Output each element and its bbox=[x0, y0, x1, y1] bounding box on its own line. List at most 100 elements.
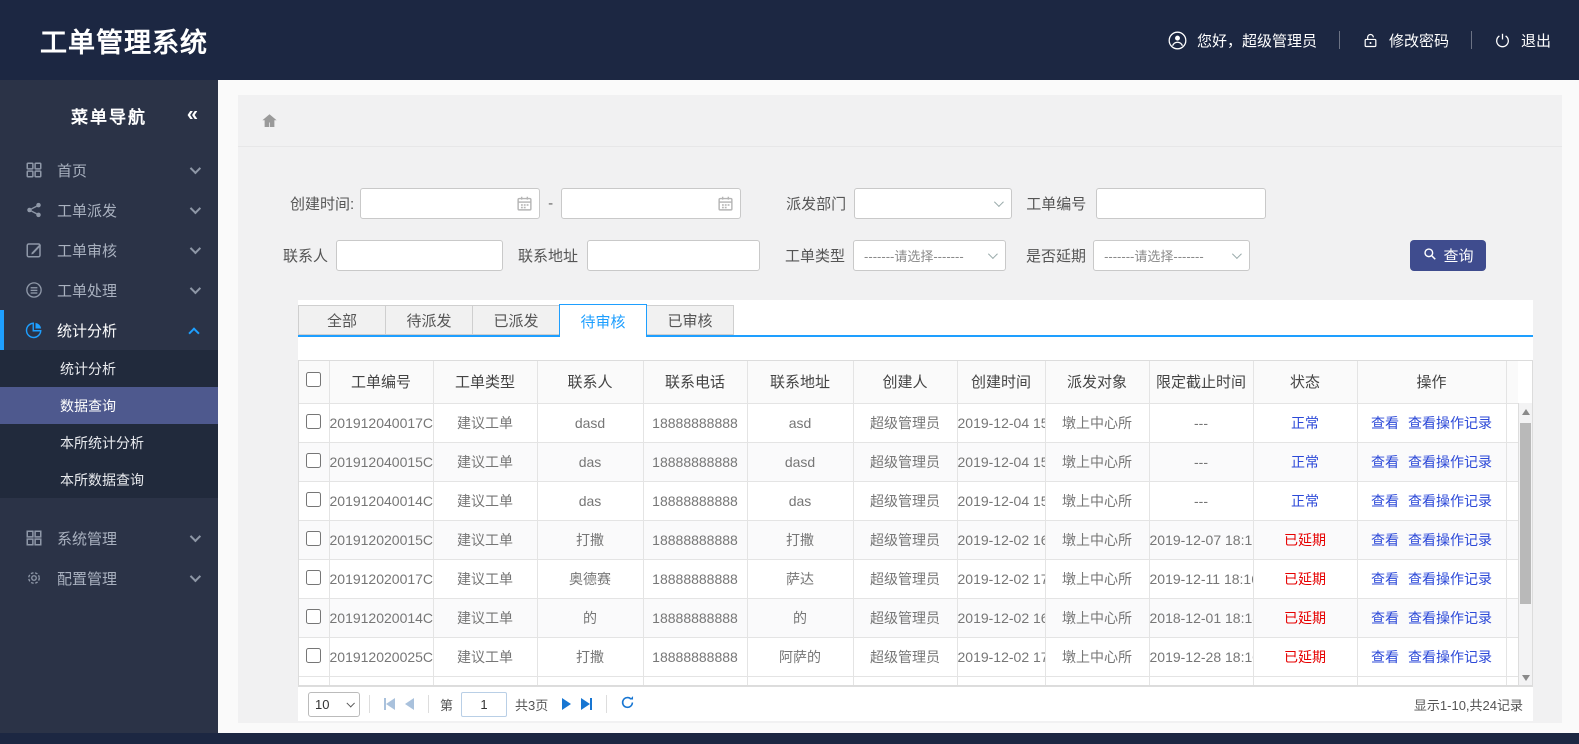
view-log-link[interactable]: 查看操作记录 bbox=[1408, 415, 1492, 431]
home-icon[interactable] bbox=[260, 112, 279, 130]
refresh-icon[interactable] bbox=[620, 695, 635, 713]
view-link[interactable]: 查看 bbox=[1371, 415, 1399, 431]
tab-label: 全部 bbox=[326, 312, 357, 330]
actions-cell: 查看 查看操作记录 bbox=[1357, 442, 1507, 482]
view-log-link[interactable]: 查看操作记录 bbox=[1408, 649, 1492, 665]
view-log-link[interactable]: 查看操作记录 bbox=[1408, 454, 1492, 470]
row-checkbox[interactable] bbox=[306, 413, 322, 429]
view-log-link[interactable]: 查看操作记录 bbox=[1408, 532, 1492, 548]
chevron-down-icon bbox=[189, 242, 202, 255]
scroll-up-icon[interactable] bbox=[1522, 409, 1530, 415]
calendar-icon[interactable] bbox=[516, 195, 533, 216]
collapse-sidebar-icon[interactable]: « bbox=[187, 104, 198, 127]
row-checkbox[interactable] bbox=[306, 530, 322, 546]
view-link[interactable]: 查看 bbox=[1371, 649, 1399, 665]
status-cell: 已延期 bbox=[1253, 598, 1358, 638]
chevron-down-icon bbox=[189, 162, 202, 175]
status-tab[interactable]: 待审核 bbox=[559, 304, 647, 337]
order-no-input[interactable] bbox=[1096, 188, 1267, 219]
sidebar-item-review[interactable]: 工单审核 bbox=[0, 230, 218, 270]
contact-field[interactable] bbox=[337, 241, 503, 270]
sidebar-subitem[interactable]: 本所数据查询 bbox=[0, 461, 218, 498]
table-scrollbar[interactable] bbox=[1518, 403, 1532, 685]
sidebar-item-process[interactable]: 工单处理 bbox=[0, 270, 218, 310]
status-tab[interactable]: 已派发 bbox=[472, 305, 560, 335]
grid-icon bbox=[24, 528, 44, 548]
status-tab[interactable]: 已审核 bbox=[646, 305, 734, 335]
create-time-start-input[interactable] bbox=[360, 188, 541, 219]
next-page-button[interactable] bbox=[562, 698, 572, 710]
power-icon bbox=[1494, 32, 1511, 49]
status-tab[interactable]: 待派发 bbox=[385, 305, 473, 335]
last-page-button[interactable] bbox=[581, 698, 593, 710]
scroll-down-icon[interactable] bbox=[1522, 675, 1530, 681]
deadline-cell: 2019-12-28 18:10 bbox=[1149, 637, 1254, 677]
gear-icon bbox=[24, 568, 44, 588]
calendar-icon[interactable] bbox=[717, 195, 734, 216]
sidebar-item-config[interactable]: 配置管理 bbox=[0, 558, 218, 598]
order-type-select[interactable]: -------请选择------- bbox=[853, 240, 1007, 271]
sidebar-item-label: 配置管理 bbox=[57, 570, 118, 588]
select-all-checkbox[interactable] bbox=[306, 372, 322, 388]
row-checkbox[interactable] bbox=[306, 608, 322, 624]
phone-cell: 18888888888 bbox=[643, 559, 748, 599]
creator-cell: 超级管理员 bbox=[853, 403, 958, 443]
sidebar-subitem[interactable]: 本所统计分析 bbox=[0, 424, 218, 461]
contact-input[interactable] bbox=[336, 240, 504, 271]
row-checkbox[interactable] bbox=[306, 569, 322, 585]
scrollbar-thumb[interactable] bbox=[1520, 423, 1531, 604]
logout-link[interactable]: 退出 bbox=[1494, 30, 1551, 51]
sidebar-item-home[interactable]: 首页 bbox=[0, 150, 218, 190]
order-type-cell: 建议工单 bbox=[433, 481, 538, 521]
view-log-link[interactable]: 查看操作记录 bbox=[1408, 610, 1492, 626]
page-size-select[interactable]: 10 bbox=[308, 691, 360, 717]
sidebar-item-statistics[interactable]: 统计分析 bbox=[0, 310, 218, 350]
table-row: 201912040014C 建议工单 das 18888888888 das 超… bbox=[299, 481, 1518, 521]
deadline-cell: --- bbox=[1149, 442, 1254, 482]
table-row-partial bbox=[299, 676, 1518, 685]
create-time-end-field[interactable] bbox=[562, 189, 741, 218]
sidebar-item-label: 系统管理 bbox=[57, 530, 118, 548]
column-header: 联系电话 bbox=[643, 361, 748, 404]
sidebar-subitem-label: 本所统计分析 bbox=[60, 434, 144, 451]
empty-cell bbox=[1506, 520, 1518, 560]
view-link[interactable]: 查看 bbox=[1371, 493, 1399, 509]
delayed-select[interactable]: -------请选择------- bbox=[1093, 240, 1251, 271]
dispatch-target-cell: 墩上中心所 bbox=[1045, 442, 1150, 482]
view-link[interactable]: 查看 bbox=[1371, 571, 1399, 587]
row-checkbox[interactable] bbox=[306, 491, 322, 507]
status-badge: 已延期 bbox=[1284, 570, 1326, 587]
sidebar-item-dispatch[interactable]: 工单派发 bbox=[0, 190, 218, 230]
deadline-cell: --- bbox=[1149, 481, 1254, 521]
create-time-start-field[interactable] bbox=[361, 189, 540, 218]
change-password-link[interactable]: 修改密码 bbox=[1362, 30, 1449, 51]
row-checkbox[interactable] bbox=[306, 452, 322, 468]
sidebar-item-system[interactable]: 系统管理 bbox=[0, 518, 218, 558]
dispatch-dept-select[interactable] bbox=[854, 188, 1013, 219]
stack-icon bbox=[24, 280, 44, 300]
view-link[interactable]: 查看 bbox=[1371, 454, 1399, 470]
view-link[interactable]: 查看 bbox=[1371, 532, 1399, 548]
row-select-cell bbox=[299, 520, 330, 560]
search-button[interactable]: 查询 bbox=[1410, 240, 1487, 271]
view-log-link[interactable]: 查看操作记录 bbox=[1408, 493, 1492, 509]
dispatch-target-cell: 墩上中心所 bbox=[1045, 598, 1150, 638]
status-tab[interactable]: 全部 bbox=[298, 305, 386, 335]
create-time-end-input[interactable] bbox=[561, 188, 742, 219]
sidebar-subitem[interactable]: 数据查询 bbox=[0, 387, 218, 424]
prev-page-button[interactable] bbox=[405, 698, 414, 710]
order-no-field[interactable] bbox=[1097, 189, 1266, 218]
row-select-cell bbox=[299, 559, 330, 599]
table-row: 201912040015C 建议工单 das 18888888888 dasd … bbox=[299, 442, 1518, 482]
first-page-button[interactable] bbox=[384, 698, 395, 710]
deadline-cell: 2019-12-07 18:17 bbox=[1149, 520, 1254, 560]
address-cell: das bbox=[747, 481, 854, 521]
address-input[interactable] bbox=[587, 240, 761, 271]
page-number-input[interactable] bbox=[461, 691, 508, 717]
row-checkbox[interactable] bbox=[306, 647, 322, 663]
address-field[interactable] bbox=[588, 241, 760, 270]
view-log-link[interactable]: 查看操作记录 bbox=[1408, 571, 1492, 587]
order-no-label: 工单编号 bbox=[1026, 196, 1087, 213]
view-link[interactable]: 查看 bbox=[1371, 610, 1399, 626]
sidebar-subitem[interactable]: 统计分析 bbox=[0, 350, 218, 387]
